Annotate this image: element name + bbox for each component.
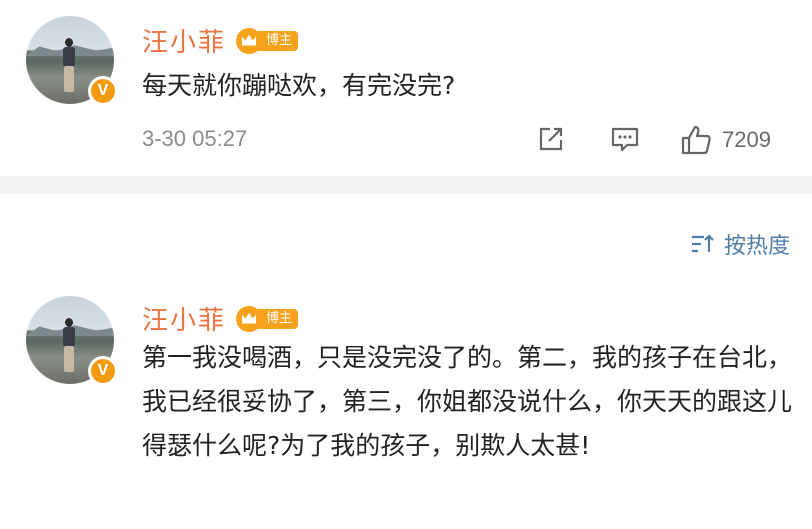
sort-label: 按热度 <box>723 234 790 259</box>
share-button[interactable] <box>536 124 566 154</box>
crown-icon <box>236 305 263 332</box>
sort-icon <box>691 234 714 253</box>
comment-item: V 汪小菲 博主 每天就你蹦哒欢，有完没完? 3-30 05:27 7209 <box>0 0 812 176</box>
blogger-badge-label: 博主 <box>258 30 299 51</box>
share-edit-icon <box>539 127 563 151</box>
section-divider <box>0 176 812 194</box>
thumbs-up-icon <box>681 125 711 155</box>
avatar[interactable]: V <box>26 296 118 386</box>
comment-text: 第一我没喝酒，只是没完没了的。第二，我的孩子在台北，我已经很妥协了，第三，你姐都… <box>142 343 793 460</box>
comment-button[interactable] <box>610 124 640 154</box>
comment-icon <box>611 127 639 152</box>
like-count: 7209 <box>722 127 771 152</box>
verified-badge-icon: V <box>88 356 118 386</box>
blogger-badge: 博主 <box>236 305 299 332</box>
comment-text: 每天就你蹦哒欢，有完没完? <box>142 71 456 100</box>
avatar[interactable]: V <box>26 16 118 106</box>
blogger-badge-label: 博主 <box>258 308 299 329</box>
username[interactable]: 汪小菲 <box>142 22 226 59</box>
comment-meta: 3-30 05:27 7209 <box>142 122 802 158</box>
crown-icon <box>236 27 263 54</box>
sort-button[interactable]: 按热度 <box>690 228 790 260</box>
verified-badge-icon: V <box>88 76 118 106</box>
username[interactable]: 汪小菲 <box>142 300 226 337</box>
like-button[interactable]: 7209 <box>680 124 771 156</box>
timestamp: 3-30 05:27 <box>142 126 248 151</box>
comment-item: V 汪小菲 博主 第一我没喝酒，只是没完没了的。第二，我的孩子在台北，我已经很妥… <box>0 284 812 529</box>
blogger-badge: 博主 <box>236 27 299 54</box>
